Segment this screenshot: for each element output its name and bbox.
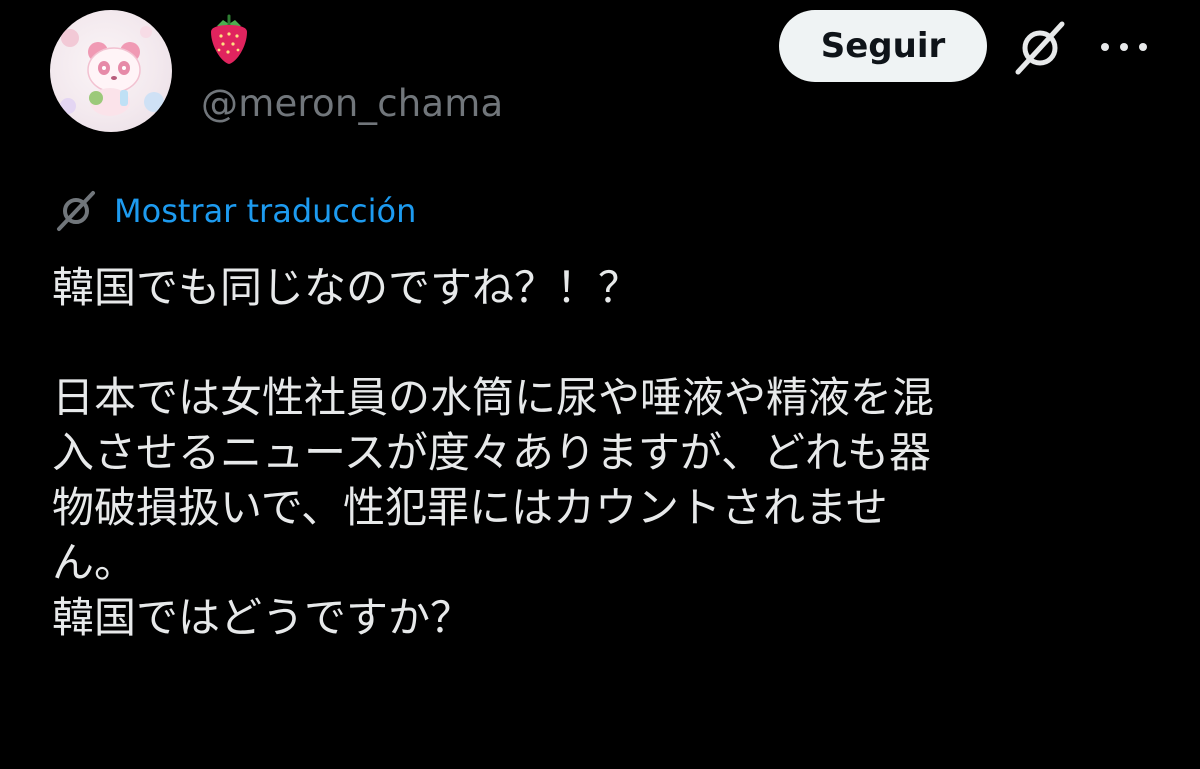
more-options-button[interactable] xyxy=(1095,32,1153,62)
show-translation-label: Mostrar traducción xyxy=(114,192,417,230)
more-icon xyxy=(1101,43,1147,51)
show-translation-link[interactable]: Mostrar traducción xyxy=(54,188,416,234)
grok-icon xyxy=(1015,21,1065,75)
author-handle[interactable]: @meron_chama xyxy=(201,82,503,126)
strawberry-icon xyxy=(211,14,247,64)
follow-button[interactable]: Seguir xyxy=(779,10,987,82)
tweet-line: 日本では女性社員の水筒に尿や唾液や精液を混 xyxy=(52,373,935,422)
grok-icon xyxy=(54,189,98,233)
avatar-image xyxy=(60,26,164,116)
tweet-line: 入させるニュースが度々ありますが、どれも器 xyxy=(52,428,932,477)
tweet-line: 物破損扱いで、性犯罪にはカウントされませ xyxy=(52,483,888,532)
tweet-paragraph: 韓国でも同じなのですね？！？ xyxy=(52,263,641,312)
tweet-text: 韓国でも同じなのですね？！？ 日本では女性社員の水筒に尿や唾液や精液を混 入させ… xyxy=(52,260,1172,645)
author-avatar[interactable] xyxy=(50,10,172,132)
tweet-line: 韓国ではどうですか？ xyxy=(52,593,473,642)
tweet-line: ん。 xyxy=(52,538,137,587)
author-display-name[interactable] xyxy=(203,12,255,68)
grok-button[interactable] xyxy=(1010,20,1070,76)
